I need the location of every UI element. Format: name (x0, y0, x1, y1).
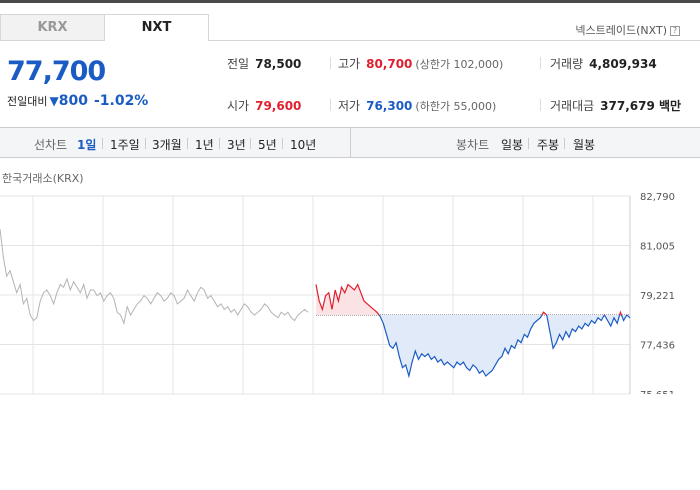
divider (282, 138, 283, 149)
period-1d[interactable]: 1일 (77, 136, 96, 153)
tab-divider (208, 40, 700, 41)
divider (250, 138, 251, 149)
bar-split (350, 128, 351, 157)
divider (330, 57, 331, 69)
y-tick-label: 77,436 (640, 340, 675, 351)
stat-low: 저가 76,300 (하한가 55,000) (338, 97, 496, 114)
y-tick-label: 79,221 (640, 291, 675, 302)
stat-label: 저가 (338, 99, 361, 113)
stat-value: 4,809,934 (589, 57, 657, 71)
divider (564, 138, 565, 149)
chart-exchange-label: 한국거래소(KRX) (2, 172, 84, 185)
stat-value: 377,679 백만 (600, 99, 682, 113)
stat-amount: 거래대금 377,679 백만 (550, 97, 681, 114)
stat-high: 고가 80,700 (상한가 102,000) (338, 55, 503, 72)
candle-chart-label: 봉차트 (456, 138, 490, 152)
divider (145, 138, 146, 149)
stat-open: 시가 79,600 (227, 97, 301, 114)
candle-weekly[interactable]: 주봉 (537, 136, 559, 153)
change-label: 전일대비 (7, 95, 48, 108)
candle-daily[interactable]: 일봉 (501, 136, 523, 153)
divider (540, 57, 541, 69)
stat-value: 79,600 (255, 99, 302, 113)
candle-monthly[interactable]: 월봉 (573, 136, 595, 153)
period-5y[interactable]: 5년 (258, 136, 277, 153)
divider (330, 99, 331, 111)
period-1w[interactable]: 1주일 (110, 136, 140, 153)
tab-divider-left (0, 40, 105, 41)
series-line-krx (0, 228, 309, 326)
stat-sub: (하한가 55,000) (415, 100, 497, 113)
stat-label: 전일 (227, 57, 250, 71)
period-3y[interactable]: 3년 (227, 136, 246, 153)
divider (187, 138, 188, 149)
price-change: 전일대비 ▼800 -1.02% (7, 93, 148, 109)
divider (102, 138, 103, 149)
current-price: 77,700 (7, 56, 106, 87)
stat-label: 거래량 (550, 57, 584, 71)
divider (219, 138, 220, 149)
stat-prev-close: 전일 78,500 (227, 55, 301, 72)
stat-value: 78,500 (255, 57, 302, 71)
venue-name: 넥스트레이드(NXT) (575, 24, 667, 37)
divider (540, 99, 541, 111)
stat-sub: (상한가 102,000) (415, 58, 504, 71)
period-1y[interactable]: 1년 (195, 136, 214, 153)
stat-value: 76,300 (366, 99, 413, 113)
venue-label: 넥스트레이드(NXT)? (575, 22, 680, 38)
stat-volume: 거래량 4,809,934 (550, 55, 657, 72)
tab-krx[interactable]: KRX (0, 14, 105, 41)
stat-label: 고가 (338, 57, 361, 71)
stat-label: 시가 (227, 99, 250, 113)
tab-nxt[interactable]: NXT (104, 14, 209, 41)
line-chart-label: 선차트 (34, 138, 68, 152)
y-tick-label: 82,790 (640, 192, 675, 203)
down-triangle-icon: ▼ (49, 94, 59, 108)
divider (528, 138, 529, 149)
change-percent: -1.02% (93, 93, 149, 109)
top-border (0, 0, 700, 3)
stat-value: 80,700 (366, 57, 413, 71)
y-tick-label: 75,651 (640, 390, 675, 398)
y-tick-label: 81,005 (640, 242, 675, 253)
price-chart: 82,790 81,005 79,221 77,436 75,651 (0, 192, 675, 398)
period-10y[interactable]: 10년 (290, 136, 316, 153)
stat-label: 거래대금 (550, 99, 595, 113)
chart-period-bar: 선차트 1일 1주일 3개월 1년 3년 5년 10년 봉차트 일봉 주봉 월봉 (0, 127, 700, 158)
change-value: 800 (58, 93, 88, 109)
period-3m[interactable]: 3개월 (152, 136, 182, 153)
question-icon[interactable]: ? (670, 26, 680, 36)
